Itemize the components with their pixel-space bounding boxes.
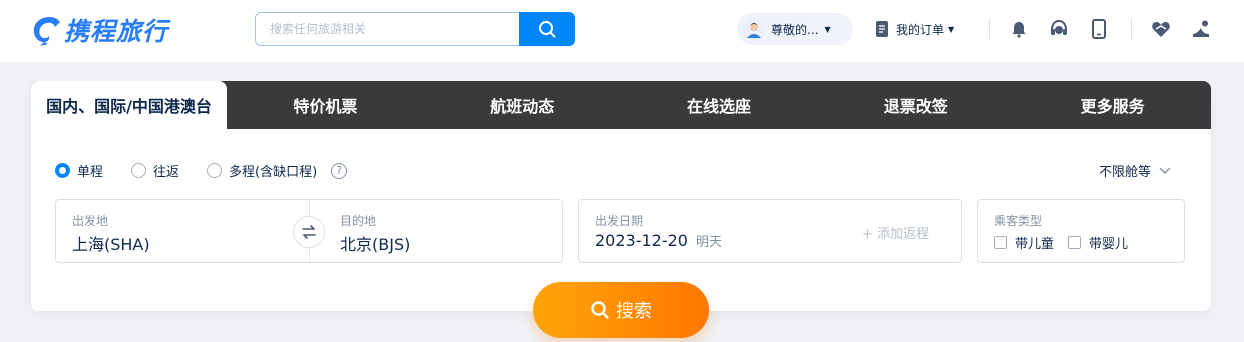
depart-date-label: 出发日期 bbox=[595, 214, 644, 228]
passenger-options: 带儿童 带婴儿 bbox=[994, 233, 1142, 252]
radio-checked-icon bbox=[55, 163, 70, 178]
charity-button[interactable] bbox=[1150, 18, 1172, 40]
ctrip-logo[interactable]: 携程旅行 bbox=[30, 12, 168, 48]
heart-hands-icon bbox=[1152, 22, 1170, 37]
tab-label: 退票改签 bbox=[883, 97, 948, 116]
tab-label: 更多服务 bbox=[1080, 97, 1145, 116]
headset-icon bbox=[1051, 19, 1067, 35]
flight-search-card: 国内、国际/中国港澳台 特价机票 航班动态 在线选座 退票改签 更多服务 单程 … bbox=[31, 81, 1211, 311]
caret-down-icon: ▼ bbox=[948, 24, 955, 34]
departure-label: 出发地 bbox=[72, 214, 109, 228]
orders-label: 我的订单 bbox=[896, 22, 945, 37]
user-menu[interactable]: 尊敬的... ▼ bbox=[737, 13, 853, 45]
add-return-button[interactable]: + 添加返程 bbox=[862, 223, 929, 242]
order-doc-icon bbox=[876, 21, 888, 37]
flight-search-button[interactable]: 搜索 bbox=[533, 282, 709, 338]
arrival-value: 北京(BJS) bbox=[340, 235, 411, 254]
route-box: 出发地 上海(SHA) 目的地 北京(BJS) bbox=[55, 199, 563, 263]
radio-label: 多程(含缺口程) bbox=[229, 165, 318, 180]
caret-down-icon: ▼ bbox=[824, 24, 831, 34]
tab-flight-status[interactable]: 航班动态 bbox=[424, 81, 621, 129]
logo-text: 携程旅行 bbox=[64, 17, 169, 46]
tab-seat-selection[interactable]: 在线选座 bbox=[621, 81, 818, 129]
mobile-app-button[interactable] bbox=[1088, 18, 1110, 40]
search-icon bbox=[591, 301, 609, 319]
tab-label: 国内、国际/中国港澳台 bbox=[46, 97, 212, 116]
tab-more-services[interactable]: 更多服务 bbox=[1014, 81, 1211, 129]
customer-service-button[interactable] bbox=[1048, 18, 1070, 40]
top-header: 携程旅行 尊敬的... ▼ 我的订单 ▼ bbox=[0, 0, 1244, 62]
tab-label: 航班动态 bbox=[490, 97, 555, 116]
cabin-label: 不限舱等 bbox=[1098, 165, 1151, 180]
chevron-down-icon bbox=[1159, 166, 1171, 174]
tab-label: 特价机票 bbox=[293, 97, 358, 116]
passenger-type-box: 乘客类型 带儿童 带婴儿 bbox=[977, 199, 1185, 263]
site-search bbox=[255, 12, 575, 46]
user-name: 尊敬的... bbox=[771, 22, 819, 37]
radio-label: 单程 bbox=[77, 165, 104, 180]
trip-type-group: 单程 往返 多程(含缺口程) ? bbox=[55, 161, 348, 180]
tab-refund-change[interactable]: 退票改签 bbox=[817, 81, 1014, 129]
cabin-class-select[interactable]: 不限舱等 bbox=[1099, 161, 1171, 180]
radio-one-way[interactable]: 单程 bbox=[55, 161, 103, 180]
search-icon bbox=[539, 21, 556, 38]
search-input[interactable] bbox=[255, 12, 520, 46]
arrival-label: 目的地 bbox=[340, 214, 377, 228]
checkbox-unchecked-icon bbox=[1068, 236, 1082, 249]
service-tabs: 国内、国际/中国港澳台 特价机票 航班动态 在线选座 退票改签 更多服务 bbox=[31, 81, 1211, 129]
date-box: 出发日期 2023-12-20 明天 + 添加返程 bbox=[578, 199, 962, 263]
checkbox-unchecked-icon bbox=[994, 236, 1007, 249]
accessibility-button[interactable] bbox=[1190, 18, 1212, 40]
checkbox-with-child[interactable]: 带儿童 bbox=[994, 233, 1054, 252]
depart-date-value: 2023-12-20 bbox=[595, 231, 688, 250]
tab-label: 在线选座 bbox=[686, 97, 751, 116]
search-button-label: 搜索 bbox=[616, 301, 652, 322]
header-divider bbox=[1131, 19, 1132, 39]
departure-city-field[interactable]: 出发地 上海(SHA) bbox=[56, 200, 309, 262]
swap-cities-button[interactable] bbox=[293, 216, 325, 248]
dolphin-logo-icon bbox=[33, 17, 60, 46]
avatar bbox=[743, 18, 765, 40]
tab-domestic-international[interactable]: 国内、国际/中国港澳台 bbox=[31, 81, 227, 129]
radio-unchecked-icon bbox=[131, 163, 147, 178]
depart-date-hint: 明天 bbox=[695, 235, 722, 250]
header-divider bbox=[989, 19, 990, 39]
checkbox-label: 带婴儿 bbox=[1089, 237, 1129, 252]
question-help-icon[interactable]: ? bbox=[331, 162, 348, 179]
search-submit-button[interactable] bbox=[519, 12, 575, 46]
bell-icon bbox=[1012, 22, 1026, 38]
tab-special-tickets[interactable]: 特价机票 bbox=[227, 81, 424, 129]
accessibility-icon bbox=[1193, 20, 1209, 37]
checkbox-label: 带儿童 bbox=[1015, 237, 1055, 252]
radio-round-trip[interactable]: 往返 bbox=[131, 161, 179, 180]
arrival-city-field[interactable]: 目的地 北京(BJS) bbox=[326, 200, 562, 262]
swap-arrows-icon bbox=[302, 225, 316, 239]
phone-icon bbox=[1092, 19, 1106, 39]
radio-multi-city[interactable]: 多程(含缺口程) bbox=[207, 161, 317, 180]
checkbox-with-infant[interactable]: 带婴儿 bbox=[1068, 233, 1128, 252]
user-avatar-icon bbox=[747, 23, 761, 38]
my-orders-menu[interactable]: 我的订单 ▼ bbox=[874, 20, 954, 38]
departure-date-field[interactable]: 出发日期 2023-12-20 明天 bbox=[579, 200, 839, 262]
radio-label: 往返 bbox=[153, 165, 180, 180]
passenger-type-label: 乘客类型 bbox=[994, 214, 1043, 228]
departure-value: 上海(SHA) bbox=[72, 235, 150, 254]
radio-unchecked-icon bbox=[207, 163, 223, 178]
notification-button[interactable] bbox=[1008, 18, 1030, 40]
